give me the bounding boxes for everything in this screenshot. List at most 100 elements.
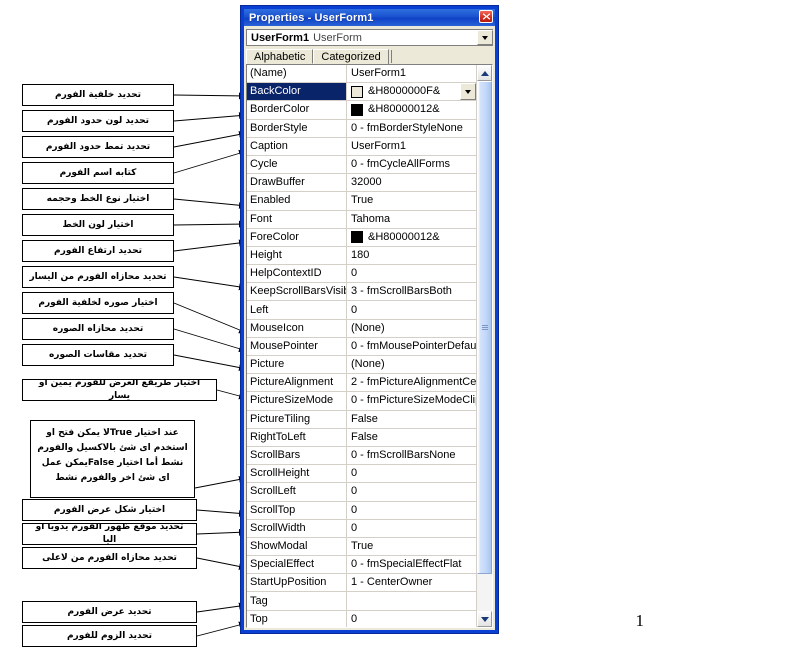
tab-categorized-label: Categorized bbox=[321, 51, 381, 63]
color-swatch bbox=[351, 85, 363, 98]
property-row[interactable]: PictureAlignment 2 - fmPictureAlignmentCe… bbox=[247, 374, 476, 393]
property-row[interactable]: ScrollWidth 0 bbox=[247, 519, 476, 538]
property-value-cell[interactable]: 2 - fmPictureAlignmentCenter bbox=[347, 374, 476, 391]
annotation-label: تحديد تمط حدود الفورم bbox=[22, 136, 174, 158]
property-value-cell[interactable]: &H80000012& bbox=[347, 101, 476, 118]
property-row[interactable]: BackColor &H8000000F& bbox=[247, 83, 476, 102]
property-row[interactable]: KeepScrollBarsVisible 3 - fmScrollBarsBot… bbox=[247, 283, 476, 302]
property-value-cell[interactable]: 0 - fmMousePointerDefault bbox=[347, 338, 476, 355]
tab-categorized[interactable]: Categorized bbox=[313, 49, 389, 64]
property-row[interactable]: Cycle 0 - fmCycleAllForms bbox=[247, 155, 476, 175]
property-name: Caption bbox=[247, 137, 347, 155]
property-name: BackColor bbox=[247, 83, 347, 101]
object-selector-combo[interactable]: UserForm1 UserForm bbox=[246, 29, 493, 46]
property-row[interactable]: RightToLeft False bbox=[247, 428, 476, 447]
property-name: ScrollBars bbox=[247, 446, 347, 465]
property-row[interactable]: Top 0 bbox=[247, 610, 476, 627]
property-value-cell[interactable]: 0 - fmPictureSizeModeClip bbox=[347, 392, 476, 409]
property-value-cell[interactable]: 0 bbox=[347, 502, 476, 519]
tab-alphabetic[interactable]: Alphabetic bbox=[246, 49, 314, 64]
scrollbar-track[interactable] bbox=[477, 81, 492, 611]
property-name: MousePointer bbox=[247, 337, 347, 355]
scrollbar-grip-icon bbox=[481, 324, 488, 331]
property-row[interactable]: ScrollHeight 0 bbox=[247, 465, 476, 484]
property-value-cell[interactable]: 32000 bbox=[347, 174, 476, 191]
close-icon[interactable] bbox=[479, 10, 493, 23]
property-name: KeepScrollBarsVisible bbox=[247, 283, 347, 301]
property-name: PictureSizeMode bbox=[247, 392, 347, 410]
property-row[interactable]: HelpContextID 0 bbox=[247, 265, 476, 284]
property-value-cell[interactable]: 0 bbox=[347, 483, 476, 500]
annotation-label: اختيار لون الخط bbox=[22, 214, 174, 236]
property-row[interactable]: ShowModal True bbox=[247, 537, 476, 557]
annotation-label: تحديد الزوم للفورم bbox=[22, 625, 197, 647]
property-row[interactable]: Left 0 bbox=[247, 301, 476, 320]
property-row[interactable]: ScrollBars 0 - fmScrollBarsNone bbox=[247, 446, 476, 466]
property-row[interactable]: ScrollTop 0 bbox=[247, 501, 476, 520]
leader-arrow bbox=[173, 328, 248, 353]
property-name: PictureAlignment bbox=[247, 374, 347, 392]
property-value: True bbox=[351, 194, 374, 207]
property-row[interactable]: MousePointer 0 - fmMousePointerDefault bbox=[247, 337, 476, 356]
property-value: 0 bbox=[351, 267, 358, 280]
window-titlebar[interactable]: Properties - UserForm1 bbox=[244, 9, 495, 26]
property-value-cell[interactable]: 0 - fmScrollBarsNone bbox=[347, 447, 476, 464]
property-name: Left bbox=[247, 301, 347, 319]
property-value-cell[interactable]: False bbox=[347, 429, 476, 446]
property-value-cell[interactable]: (None) bbox=[347, 320, 476, 337]
property-value-cell[interactable] bbox=[347, 592, 476, 609]
property-row[interactable]: Picture (None) bbox=[247, 356, 476, 375]
property-row[interactable]: PictureSizeMode 0 - fmPictureSizeModeClip bbox=[247, 392, 476, 411]
property-name: Enabled bbox=[247, 192, 347, 210]
property-row[interactable]: DrawBuffer 32000 bbox=[247, 174, 476, 193]
property-name: Height bbox=[247, 246, 347, 265]
property-row[interactable]: BorderColor &H80000012& bbox=[247, 101, 476, 120]
property-row[interactable]: (Name) UserForm1 bbox=[247, 65, 476, 84]
properties-scrollbar[interactable] bbox=[476, 65, 492, 627]
property-row[interactable]: Enabled True bbox=[247, 192, 476, 211]
chevron-up-icon[interactable] bbox=[477, 65, 492, 81]
property-value-cell[interactable]: (None) bbox=[347, 356, 476, 373]
property-value-cell[interactable]: 180 bbox=[347, 247, 476, 264]
property-value-cell[interactable]: True bbox=[347, 538, 476, 555]
chevron-down-icon[interactable] bbox=[460, 83, 476, 101]
property-value-cell[interactable]: 1 - CenterOwner bbox=[347, 574, 476, 591]
property-value-cell[interactable]: &H80000012& bbox=[347, 229, 476, 246]
property-row[interactable]: Tag bbox=[247, 592, 476, 611]
property-value-cell[interactable]: 0 - fmSpecialEffectFlat bbox=[347, 556, 476, 573]
property-value-cell[interactable]: &H8000000F& bbox=[347, 83, 476, 101]
property-row[interactable]: Caption UserForm1 bbox=[247, 137, 476, 156]
property-value: Tahoma bbox=[351, 212, 391, 225]
property-value-cell[interactable]: 0 bbox=[347, 520, 476, 537]
annotation-label: اختيار شكل عرض الفورم bbox=[22, 499, 197, 521]
property-value-cell[interactable]: Tahoma bbox=[347, 211, 476, 228]
property-value-cell[interactable]: 3 - fmScrollBarsBoth bbox=[347, 283, 476, 300]
property-row[interactable]: StartUpPosition 1 - CenterOwner bbox=[247, 574, 476, 593]
annotation-note-line: استخدم اى شئ بالاكسيل والفورم bbox=[37, 443, 188, 453]
property-value-cell[interactable]: UserForm1 bbox=[347, 138, 476, 155]
property-value-cell[interactable]: UserForm1 bbox=[347, 65, 476, 82]
property-row[interactable]: SpecialEffect 0 - fmSpecialEffectFlat bbox=[247, 556, 476, 575]
property-row[interactable]: BorderStyle 0 - fmBorderStyleNone bbox=[247, 119, 476, 138]
property-name: BorderColor bbox=[247, 101, 347, 119]
property-row[interactable]: ScrollLeft 0 bbox=[247, 483, 476, 502]
property-value: 180 bbox=[351, 248, 370, 261]
property-row[interactable]: ForeColor &H80000012& bbox=[247, 228, 476, 247]
property-row[interactable]: Font Tahoma bbox=[247, 210, 476, 229]
chevron-down-icon[interactable] bbox=[477, 611, 492, 627]
property-value-cell[interactable]: 0 bbox=[347, 611, 476, 627]
chevron-down-icon[interactable] bbox=[477, 30, 493, 45]
scrollbar-thumb[interactable] bbox=[477, 81, 492, 574]
property-value-cell[interactable]: 0 bbox=[347, 301, 476, 318]
property-value-cell[interactable]: True bbox=[347, 192, 476, 209]
property-value-cell[interactable]: 0 bbox=[347, 265, 476, 282]
property-row[interactable]: Height 180 bbox=[247, 246, 476, 266]
property-row[interactable]: PictureTiling False bbox=[247, 410, 476, 429]
property-row[interactable]: MouseIcon (None) bbox=[247, 319, 476, 338]
property-value-cell[interactable]: 0 - fmBorderStyleNone bbox=[347, 120, 476, 137]
property-value-cell[interactable]: 0 bbox=[347, 465, 476, 482]
property-value-cell[interactable]: False bbox=[347, 411, 476, 428]
properties-grid[interactable]: (Name) UserForm1 BackColor &H8000000F& Borde… bbox=[247, 65, 476, 627]
property-value-cell[interactable]: 0 - fmCycleAllForms bbox=[347, 156, 476, 173]
annotation-label: اختيار نوع الخط وحجمه bbox=[22, 188, 174, 210]
